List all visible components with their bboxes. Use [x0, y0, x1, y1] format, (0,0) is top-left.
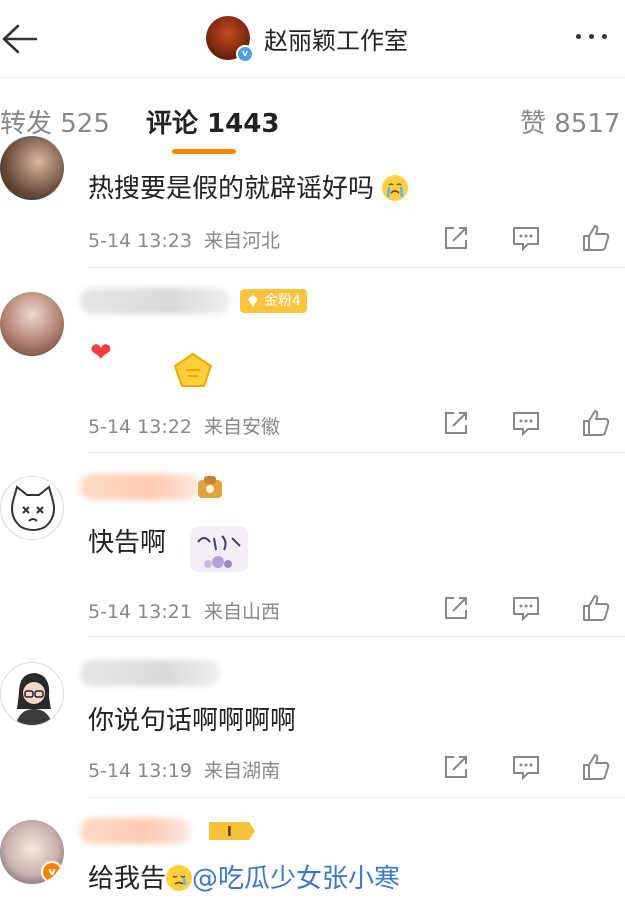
comment-text: 快告啊 — [88, 528, 167, 558]
comment-location: 来自河北 — [203, 230, 280, 252]
like-icon[interactable] — [580, 407, 612, 439]
heart-emoji-icon: ❤ — [90, 338, 112, 368]
share-icon[interactable] — [440, 751, 472, 783]
like-icon[interactable] — [580, 222, 612, 254]
user-mention-link[interactable]: @吃瓜少女张小寒 — [192, 864, 400, 894]
diamond-icon — [248, 295, 258, 307]
avatar[interactable] — [0, 292, 64, 356]
share-icon[interactable] — [440, 407, 472, 439]
comment-text: 给我告 — [88, 864, 167, 894]
level-badge-icon — [198, 476, 222, 498]
comment-time: 5-14 13:22 — [88, 416, 192, 438]
top-bar: v 赵丽颖工作室 — [0, 0, 625, 78]
reply-icon[interactable] — [510, 222, 542, 254]
crying-emoji-icon — [382, 175, 409, 201]
username-blurred[interactable] — [80, 818, 190, 844]
divider — [88, 452, 625, 453]
share-icon[interactable] — [440, 592, 472, 624]
account-header[interactable]: v 赵丽颖工作室 — [206, 14, 408, 63]
cartoon-cat-icon — [11, 485, 55, 531]
tab-bar: 转发 525 评论 1443 赞 8517 — [0, 79, 625, 157]
tab-like[interactable]: 赞 8517 — [520, 103, 620, 140]
cartoon-person-icon — [15, 673, 53, 725]
reply-icon[interactable] — [510, 592, 542, 624]
comment-time: 5-14 13:21 — [88, 601, 192, 623]
sticker-icon — [173, 352, 213, 387]
rank-badge-label: I — [227, 825, 232, 840]
comment-location: 来自安徽 — [203, 416, 280, 438]
verified-icon: v — [41, 861, 63, 883]
username-blurred[interactable] — [80, 660, 220, 686]
avatar[interactable]: v — [206, 16, 254, 63]
page-title: 赵丽颖工作室 — [264, 26, 408, 55]
calligraphy-sticker-icon — [190, 526, 248, 572]
comment-text: 你说句话啊啊啊啊 — [88, 706, 297, 736]
more-dots-icon[interactable] — [576, 34, 607, 39]
avatar[interactable] — [0, 662, 64, 726]
like-icon[interactable] — [580, 751, 612, 783]
username-blurred[interactable] — [80, 288, 230, 314]
verified-icon: v — [236, 45, 254, 63]
tab-repost[interactable]: 转发 525 — [0, 103, 110, 140]
fan-badge-label: 金粉4 — [264, 293, 301, 309]
active-tab-indicator — [172, 149, 236, 154]
comment-location: 来自湖南 — [203, 760, 280, 782]
back-arrow-icon[interactable] — [0, 22, 40, 56]
comment-text: 热搜要是假的就辟谣好吗 — [88, 174, 375, 204]
tab-comment[interactable]: 评论 1443 — [146, 103, 279, 140]
divider — [88, 797, 625, 798]
crying-emoji-icon — [166, 865, 193, 891]
avatar[interactable] — [0, 476, 64, 540]
reply-icon[interactable] — [510, 751, 542, 783]
comment-time: 5-14 13:23 — [88, 230, 192, 252]
comment-location: 来自山西 — [203, 601, 280, 623]
avatar[interactable]: v — [0, 820, 64, 884]
username-blurred[interactable] — [80, 474, 200, 500]
comment-time: 5-14 13:19 — [88, 760, 192, 782]
avatar[interactable] — [0, 136, 64, 200]
reply-icon[interactable] — [510, 407, 542, 439]
share-icon[interactable] — [440, 222, 472, 254]
fan-badge: 金粉4 — [240, 289, 307, 313]
divider — [88, 267, 625, 268]
like-icon[interactable] — [580, 592, 612, 624]
rank-badge-icon: I — [209, 822, 255, 840]
divider — [88, 636, 625, 637]
